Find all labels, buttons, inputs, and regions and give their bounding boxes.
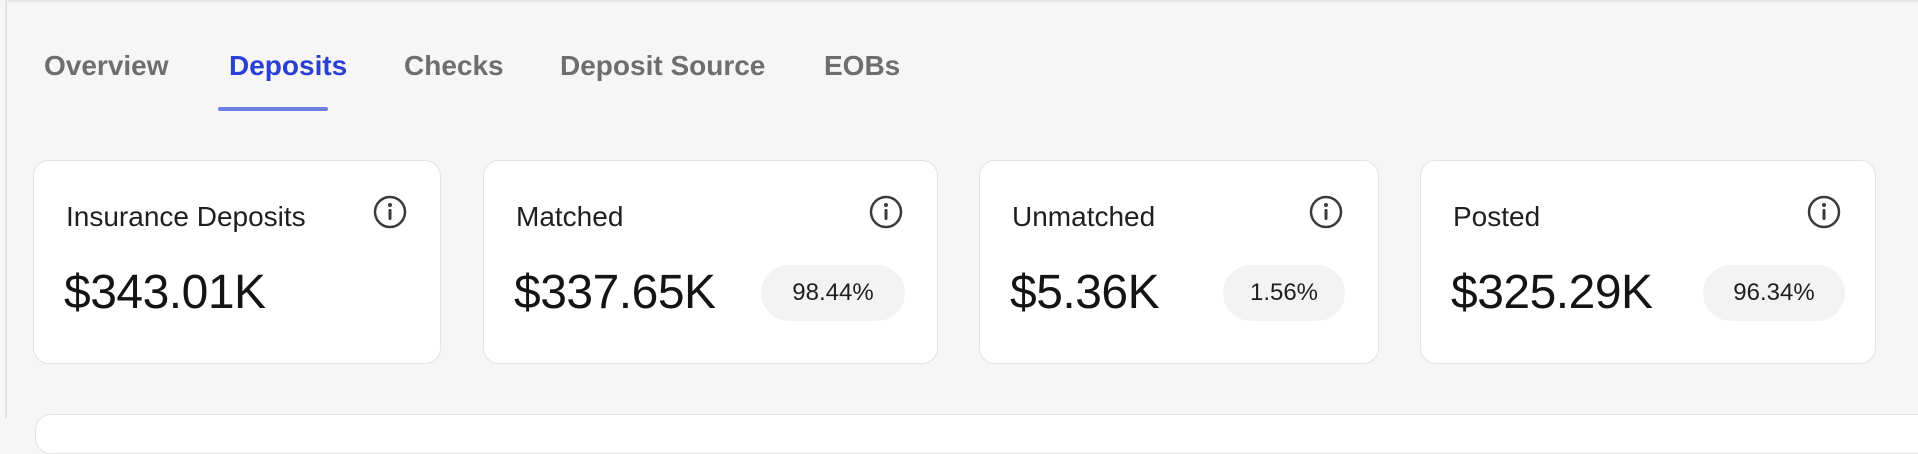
matched-card: Matched $337.65K 98.44% <box>483 160 938 364</box>
tab-deposit-source[interactable]: Deposit Source <box>560 50 765 114</box>
percent-badge: 1.56% <box>1223 265 1345 321</box>
card-value: $5.36K <box>1010 266 1160 319</box>
unmatched-card: Unmatched $5.36K 1.56% <box>979 160 1379 364</box>
card-label: Posted <box>1453 201 1541 232</box>
insurance-deposits-card: Insurance Deposits $343.01K <box>33 160 441 364</box>
card-value: $337.65K <box>514 266 716 319</box>
card-value: $325.29K <box>1451 266 1653 319</box>
tab-checks[interactable]: Checks <box>404 50 504 114</box>
info-icon[interactable] <box>1308 194 1344 230</box>
active-tab-underline <box>218 107 328 111</box>
card-label: Unmatched <box>1012 201 1156 232</box>
info-icon[interactable] <box>372 194 408 230</box>
posted-card: Posted $325.29K 96.34% <box>1420 160 1876 364</box>
card-label: Insurance Deposits <box>66 201 306 232</box>
tab-deposits[interactable]: Deposits <box>229 50 347 114</box>
info-icon[interactable] <box>868 194 904 230</box>
content-panel <box>35 414 1918 454</box>
tab-eobs[interactable]: EOBs <box>824 50 900 114</box>
dashboard-frame: Overview Deposits Checks Deposit Source … <box>5 0 1918 454</box>
percent-badge: 96.34% <box>1703 265 1845 321</box>
info-icon[interactable] <box>1806 194 1842 230</box>
card-label: Matched <box>516 201 624 232</box>
percent-badge: 98.44% <box>761 265 905 321</box>
tab-bar: Overview Deposits Checks Deposit Source … <box>7 2 1007 114</box>
tab-overview[interactable]: Overview <box>44 50 169 114</box>
card-value: $343.01K <box>64 266 266 319</box>
